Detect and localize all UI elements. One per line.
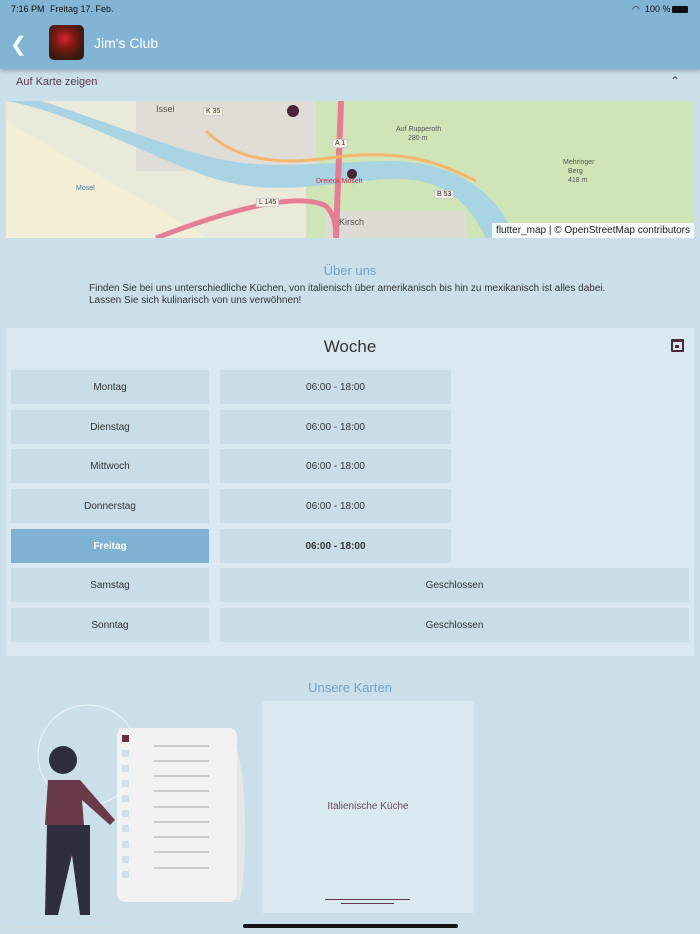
hours-cell: Geschlossen [220,568,689,602]
menu-illustration [6,704,246,928]
map-label: L 145 [256,198,280,207]
map-label: Kirsch [339,217,365,227]
about-title: Über uns [323,263,377,278]
back-button[interactable]: ❮ [10,32,27,57]
day-button-samstag[interactable]: Samstag [11,568,209,602]
battery-icon [672,6,688,13]
about-text: Finden Sie bei uns unterschiedliche Küch… [89,283,605,307]
status-date: Freitag 17. Feb. [50,4,114,14]
show-on-map-toggle[interactable]: Auf Karte zeigen [16,76,97,88]
hours-cell: 06:00 - 18:00 [220,370,451,404]
home-indicator[interactable] [243,924,458,928]
day-button-freitag[interactable]: Freitag [11,529,209,563]
hours-cell: Geschlossen [220,608,689,642]
hours-title: Woche [323,337,377,356]
day-button-mittwoch[interactable]: Mittwoch [11,449,209,483]
calendar-icon[interactable] [671,339,684,352]
day-button-donnerstag[interactable]: Donnerstag [11,489,209,523]
map-label: 280 m [408,135,428,142]
map-label: K 35 [203,107,224,116]
app-bar: 7:16 PM Freitag 17. Feb. ◠ 100 % ❮ Jim's… [0,0,700,69]
battery-text: 100 % [645,4,671,14]
menu-card-label: Italienische Küche [327,801,409,812]
map-label: Dreieck Moselt [316,178,363,185]
map-view[interactable]: K 35 Issel A 1 Auf Rupperoth 280 m Mehri… [6,101,694,238]
map-label: Issel [156,104,175,114]
map-label: A 1 [332,139,349,148]
day-button-montag[interactable]: Montag [11,370,209,404]
hours-cell: 06:00 - 18:00 [220,449,451,483]
hours-cell: 06:00 - 18:00 [220,410,451,444]
map-label: Mehringer [563,159,595,166]
hours-cell: 06:00 - 18:00 [220,529,451,563]
hours-cell: 06:00 - 18:00 [220,489,451,523]
status-time: 7:16 PM [11,4,45,14]
map-label: B 53 [434,190,455,199]
chevron-up-icon[interactable]: ⌃ [670,74,680,88]
page-title: Jim's Club [94,35,159,51]
map-label: 418 m [568,177,588,184]
menus-title: Unsere Karten [308,680,392,695]
map-label: Auf Rupperoth [396,126,442,133]
about-line: Finden Sie bei uns unterschiedliche Küch… [89,283,606,294]
menu-card[interactable]: Italienische Küche [262,701,474,913]
about-line: Lassen Sie sich kulinarisch von uns verw… [89,295,302,306]
club-avatar [49,25,84,60]
map-label: Berg [568,168,583,175]
map-attribution[interactable]: flutter_map | © OpenStreetMap contributo… [492,223,694,238]
day-button-dienstag[interactable]: Dienstag [11,410,209,444]
day-button-sonntag[interactable]: Sonntag [11,608,209,642]
map-label: Mosel [76,185,95,192]
wifi-icon: ◠ [632,4,640,14]
